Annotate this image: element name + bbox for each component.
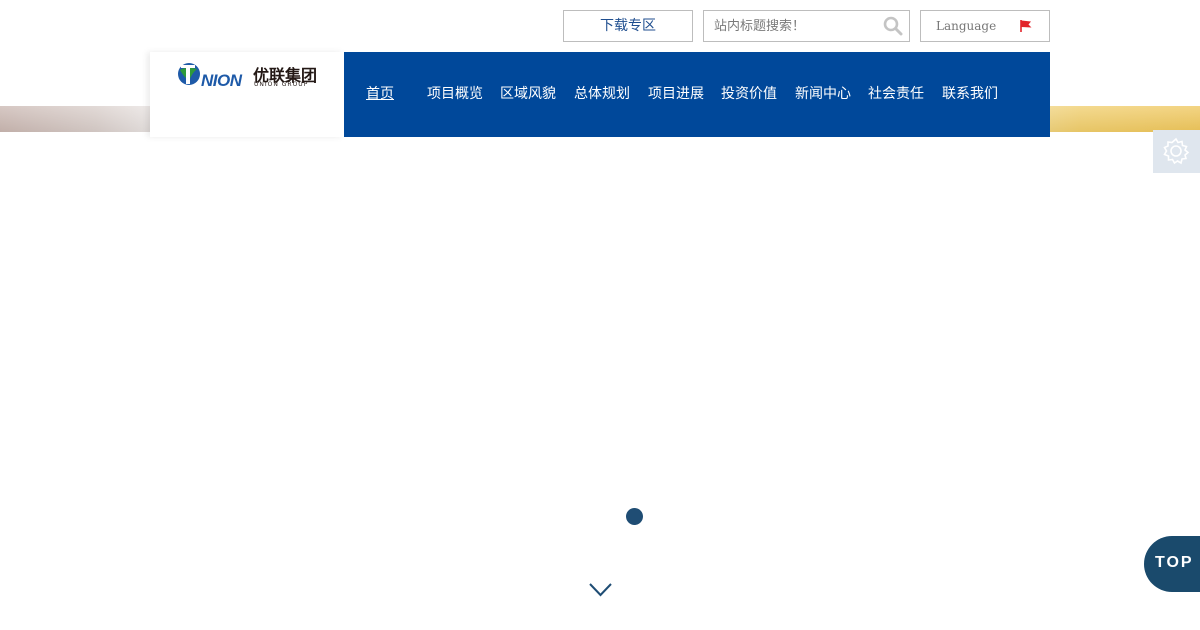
nav-item-master-plan[interactable]: 总体规划 xyxy=(574,83,630,103)
language-label: Language xyxy=(936,19,997,33)
nav-item-investment-value[interactable]: 投资价值 xyxy=(721,83,777,103)
language-selector[interactable]: Language xyxy=(920,10,1050,42)
logo-wordmark: NION xyxy=(201,71,242,90)
chevron-down-icon[interactable] xyxy=(589,583,612,597)
gear-icon xyxy=(1163,137,1190,165)
nav-item-home[interactable]: 首页 xyxy=(366,83,394,103)
page: 下载专区 Language NION 优联集团 UNION GROUP xyxy=(0,0,1200,630)
back-to-top-button[interactable]: TOP xyxy=(1144,536,1200,592)
search-icon[interactable] xyxy=(883,16,903,36)
download-button[interactable]: 下载专区 xyxy=(563,10,693,42)
main-nav: 首页 项目概览 区域风貌 总体规划 项目进展 投资价值 新闻中心 社会责任 联系… xyxy=(344,52,1050,137)
slider-pagination-dot[interactable] xyxy=(626,508,643,525)
flag-icon xyxy=(1020,20,1032,32)
logo[interactable]: NION 优联集团 UNION GROUP xyxy=(177,61,319,91)
nav-item-contact-us[interactable]: 联系我们 xyxy=(942,83,998,103)
back-to-top-label: TOP xyxy=(1155,554,1194,571)
search-box xyxy=(703,10,910,42)
globe-logo-icon xyxy=(178,63,200,85)
logo-area: NION 优联集团 UNION GROUP xyxy=(150,52,344,137)
search-input[interactable] xyxy=(704,11,884,41)
nav-item-project-progress[interactable]: 项目进展 xyxy=(648,83,704,103)
nav-item-social-responsibility[interactable]: 社会责任 xyxy=(868,83,924,103)
nav-item-project-overview[interactable]: 项目概览 xyxy=(427,83,483,103)
logo-name-en: UNION GROUP xyxy=(254,81,309,88)
settings-button[interactable] xyxy=(1153,130,1200,173)
nav-item-regional-features[interactable]: 区域风貌 xyxy=(500,83,556,103)
nav-item-news-center[interactable]: 新闻中心 xyxy=(795,83,851,103)
